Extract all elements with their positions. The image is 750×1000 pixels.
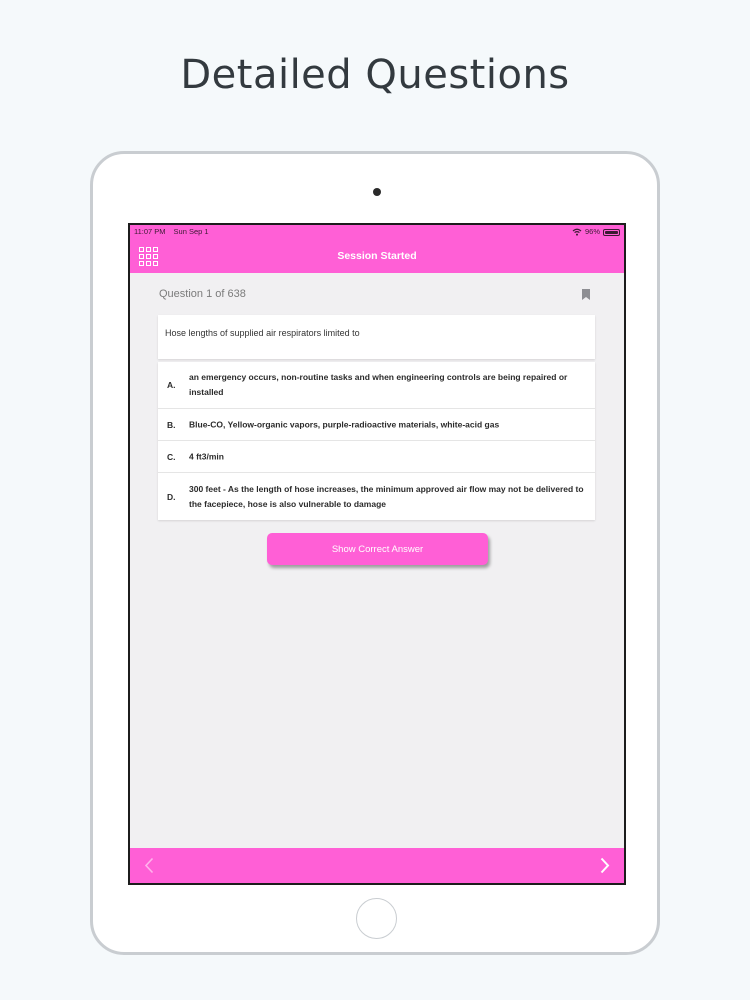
home-button[interactable] xyxy=(356,898,397,939)
option-letter: A. xyxy=(167,380,176,390)
nav-bar: Session Started xyxy=(130,239,624,273)
question-card: Hose lengths of supplied air respirators… xyxy=(158,315,595,359)
option-letter: D. xyxy=(167,491,176,502)
ipad-frame: 11:07 PM Sun Sep 1 96% Session Started Qu… xyxy=(90,151,660,955)
chevron-left-icon[interactable] xyxy=(144,857,154,874)
battery-percent: 96% xyxy=(584,227,600,236)
headline: Detailed Questions xyxy=(180,52,570,98)
option-letter: B. xyxy=(167,419,176,430)
option-text: 4 ft3/min xyxy=(189,451,224,461)
question-counter: Question 1 of 638 xyxy=(159,288,246,300)
option-letter: C. xyxy=(167,451,176,462)
nav-title: Session Started xyxy=(337,250,417,262)
status-bar: 11:07 PM Sun Sep 1 96% xyxy=(130,225,624,239)
option-b[interactable]: B. Blue-CO, Yellow-organic vapors, purpl… xyxy=(158,409,595,441)
bookmark-icon[interactable] xyxy=(582,289,590,300)
option-a[interactable]: A. an emergency occurs, non-routine task… xyxy=(158,362,595,409)
option-text: 300 feet - As the length of hose increas… xyxy=(189,483,584,509)
bottom-bar xyxy=(130,848,624,883)
battery-icon xyxy=(603,228,620,236)
option-c[interactable]: C. 4 ft3/min xyxy=(158,441,595,473)
wifi-icon xyxy=(572,228,582,236)
option-d[interactable]: D. 300 feet - As the length of hose incr… xyxy=(158,473,595,520)
option-text: an emergency occurs, non-routine tasks a… xyxy=(189,372,568,397)
status-time: 11:07 PM xyxy=(134,227,166,236)
chevron-right-icon[interactable] xyxy=(600,857,610,874)
question-text: Hose lengths of supplied air respirators… xyxy=(165,328,360,338)
app-screen: 11:07 PM Sun Sep 1 96% Session Started Qu… xyxy=(128,223,626,885)
status-date: Sun Sep 1 xyxy=(173,227,209,236)
option-text: Blue-CO, Yellow-organic vapors, purple-r… xyxy=(189,419,500,429)
camera-dot xyxy=(373,188,381,196)
show-correct-answer-button[interactable]: Show Correct Answer xyxy=(267,533,488,565)
options-list: A. an emergency occurs, non-routine task… xyxy=(158,362,595,520)
